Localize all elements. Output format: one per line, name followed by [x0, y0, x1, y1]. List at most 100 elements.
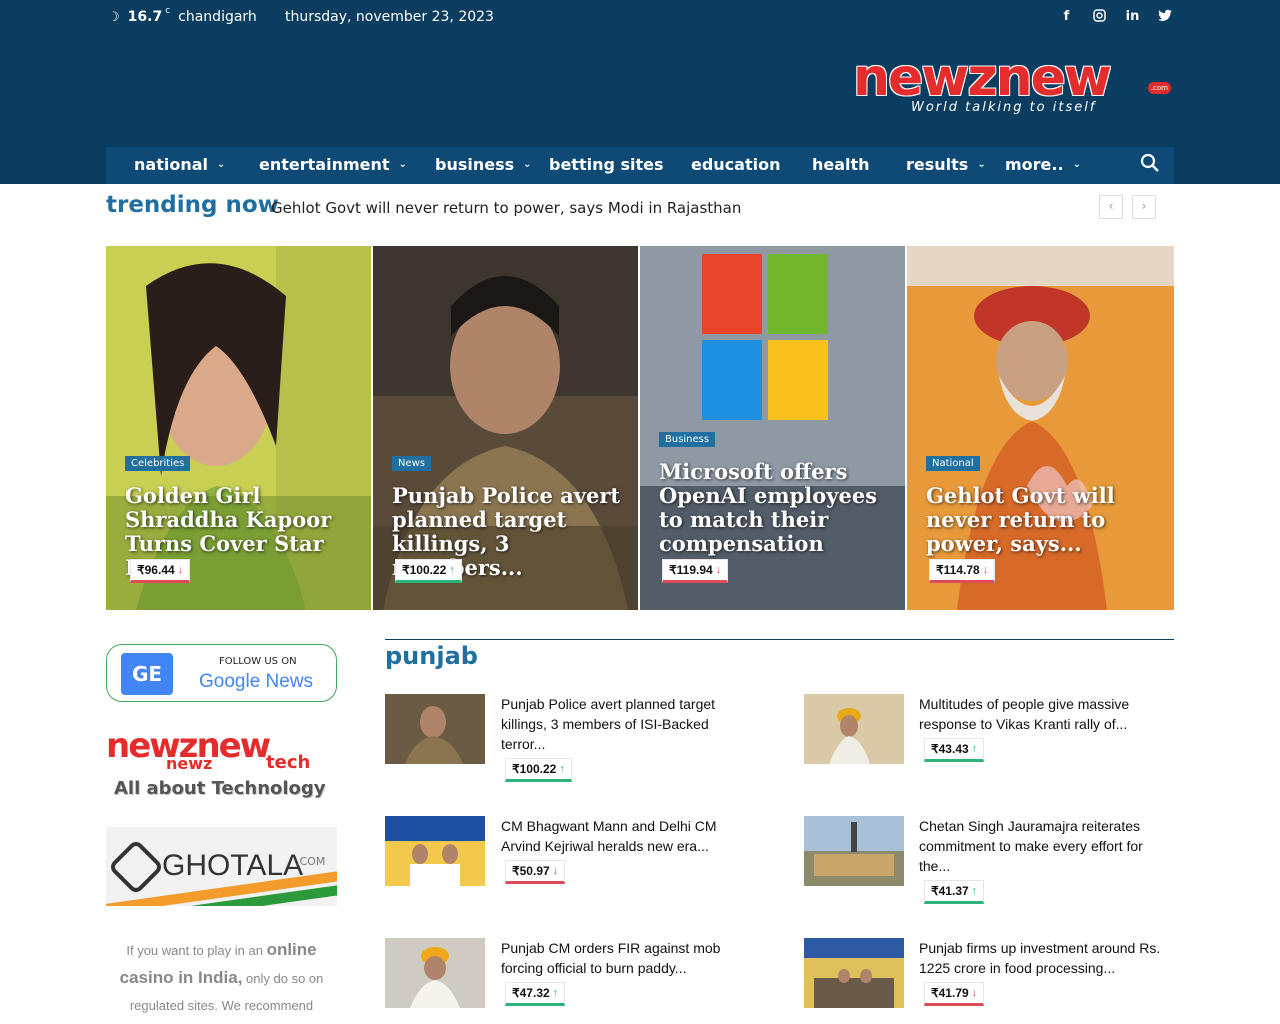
chevron-down-icon: ⌄ [523, 159, 532, 170]
arrow-down-icon: ↓ [982, 564, 989, 576]
instagram-icon[interactable] [1083, 9, 1116, 26]
search-icon[interactable] [1140, 153, 1160, 178]
price-badge: ₹100.22 ↑ [505, 758, 572, 782]
chevron-right-icon[interactable]: › [1132, 195, 1156, 219]
ghotala-banner[interactable]: GHOTALA .COM [106, 827, 337, 906]
nav-item-education[interactable]: education [691, 155, 781, 174]
arrow-up-icon: ↑ [971, 743, 978, 755]
arrow-down-icon: ↓ [552, 865, 559, 877]
city-name: chandigarh [178, 9, 257, 25]
hero-card[interactable]: Business Microsoft offers OpenAI employe… [640, 246, 905, 610]
nav-item-more[interactable]: more.. ⌄ [1005, 155, 1081, 174]
checkmark-icon [107, 838, 165, 896]
price-value: ₹119.94 [669, 563, 713, 577]
arrow-down-icon: ↓ [715, 564, 722, 576]
social-links: f in [1050, 9, 1182, 26]
article-title[interactable]: Multitudes of people give massive respon… [919, 694, 1169, 734]
nav-label: business [435, 155, 515, 174]
price-badge: ₹41.37 ↑ [924, 880, 985, 904]
nav-wrapper: national ⌄ entertainment ⌄ business ⌄ betti… [0, 147, 1280, 184]
tech-about: All about Technology [114, 778, 326, 799]
article-thumbnail[interactable] [804, 938, 904, 1008]
article-title[interactable]: Punjab Police avert planned target killi… [501, 694, 741, 754]
category-badge[interactable]: National [926, 456, 980, 471]
article-title[interactable]: Punjab firms up investment around Rs. 12… [919, 938, 1171, 978]
price-badge: ₹96.44 ↓ [130, 559, 191, 583]
article-title[interactable]: Chetan Singh Jauramajra reiterates commi… [919, 816, 1171, 876]
logo-tagline: World talking to itself [911, 100, 1097, 115]
category-badge[interactable]: Celebrities [125, 456, 191, 471]
article-thumbnail[interactable] [385, 816, 485, 886]
chevron-down-icon: ⌄ [398, 159, 407, 170]
moon-icon: ☽ [108, 9, 120, 25]
follow-label: FOLLOW US ON [219, 656, 297, 667]
hero-title[interactable]: Microsoft offers OpenAI employees to mat… [659, 460, 895, 556]
hero-card[interactable]: News Punjab Police avert planned target … [373, 246, 638, 610]
site-header: newznew .com World talking to itself [0, 37, 1280, 147]
facebook-icon[interactable]: f [1050, 9, 1083, 26]
logo-wordmark: newznew [853, 48, 1112, 108]
linkedin-icon[interactable]: in [1116, 9, 1149, 26]
nav-item-entertainment[interactable]: entertainment ⌄ [259, 155, 407, 174]
section-divider [385, 639, 1174, 640]
weather-widget: ☽ 16.7 c chandigarh [108, 6, 257, 25]
current-date: thursday, november 23, 2023 [285, 9, 494, 25]
price-value: ₹47.32 [512, 986, 550, 1000]
hero-title[interactable]: Gehlot Govt will never return to power, … [926, 484, 1162, 556]
nav-item-business[interactable]: business ⌄ [435, 155, 532, 174]
casino-text: If you want to play in an online casino … [106, 936, 337, 1019]
category-badge[interactable]: News [392, 456, 432, 471]
arrow-up-icon: ↑ [552, 987, 559, 999]
article-title[interactable]: CM Bhagwant Mann and Delhi CM Arvind Kej… [501, 816, 741, 856]
price-badge: ₹119.94 ↓ [662, 559, 729, 583]
arrow-down-icon: ↓ [177, 564, 184, 576]
price-badge: ₹43.43 ↑ [924, 738, 985, 762]
price-value: ₹43.43 [931, 742, 969, 756]
article-thumbnail[interactable] [804, 694, 904, 764]
arrow-up-icon: ↑ [971, 885, 978, 897]
price-badge: ₹47.32 ↑ [505, 982, 566, 1006]
article-title[interactable]: Punjab CM orders FIR against mob forcing… [501, 938, 741, 978]
google-news-label: Google News [199, 671, 314, 692]
site-logo[interactable]: newznew .com World talking to itself [853, 52, 1175, 117]
chevron-left-icon[interactable]: ‹ [1099, 195, 1123, 219]
article-thumbnail[interactable] [385, 694, 485, 764]
nav-label: more.. [1005, 155, 1064, 174]
price-value: ₹114.78 [936, 563, 980, 577]
trending-bar: trending now Gehlot Govt will never retu… [106, 192, 1174, 222]
nav-item-betting-sites[interactable]: betting sites [549, 155, 664, 174]
hero-card[interactable]: Celebrities Golden Girl Shraddha Kapoor … [106, 246, 371, 610]
casino-pre: If you want to play in an [126, 943, 267, 958]
logo-suffix: .com [1147, 82, 1171, 94]
ghotala-com: .COM [296, 855, 326, 868]
nav-label: education [691, 155, 781, 174]
trending-headline[interactable]: Gehlot Govt will never return to power, … [271, 199, 741, 217]
price-badge: ₹41.79 ↓ [924, 982, 985, 1006]
price-value: ₹41.79 [931, 986, 969, 1000]
article-thumbnail[interactable] [804, 816, 904, 886]
ghotala-label: GHOTALA [162, 849, 304, 882]
price-badge: ₹114.78 ↓ [929, 559, 996, 583]
price-value: ₹100.22 [512, 762, 557, 776]
hero-card[interactable]: National Gehlot Govt will never return t… [907, 246, 1174, 610]
nav-item-health[interactable]: health [812, 155, 870, 174]
nav-item-national[interactable]: national ⌄ [134, 155, 225, 174]
google-news-icon: GE [121, 653, 173, 695]
top-bar: ☽ 16.7 c chandigarh thursday, november 2… [0, 0, 1280, 37]
category-badge[interactable]: Business [659, 432, 716, 447]
google-news-banner[interactable]: GE FOLLOW US ON Google News [106, 644, 337, 702]
twitter-icon[interactable] [1149, 9, 1182, 26]
trending-label: trending now [106, 192, 279, 218]
newznew-tech-banner[interactable]: newznew newz tech All about Technology [106, 726, 337, 806]
nav-item-results[interactable]: results ⌄ [906, 155, 986, 174]
arrow-up-icon: ↑ [559, 763, 565, 775]
tech-sub-tech: tech [266, 752, 311, 773]
price-badge: ₹100.22 ↑ [395, 559, 462, 583]
nav-label: health [812, 155, 870, 174]
temperature-unit: c [165, 6, 171, 16]
article-thumbnail[interactable] [385, 938, 485, 1008]
main-nav: national ⌄ entertainment ⌄ business ⌄ betti… [106, 147, 1174, 184]
nav-label: national [134, 155, 208, 174]
nav-label: betting sites [549, 155, 664, 174]
section-title[interactable]: punjab [385, 642, 478, 670]
